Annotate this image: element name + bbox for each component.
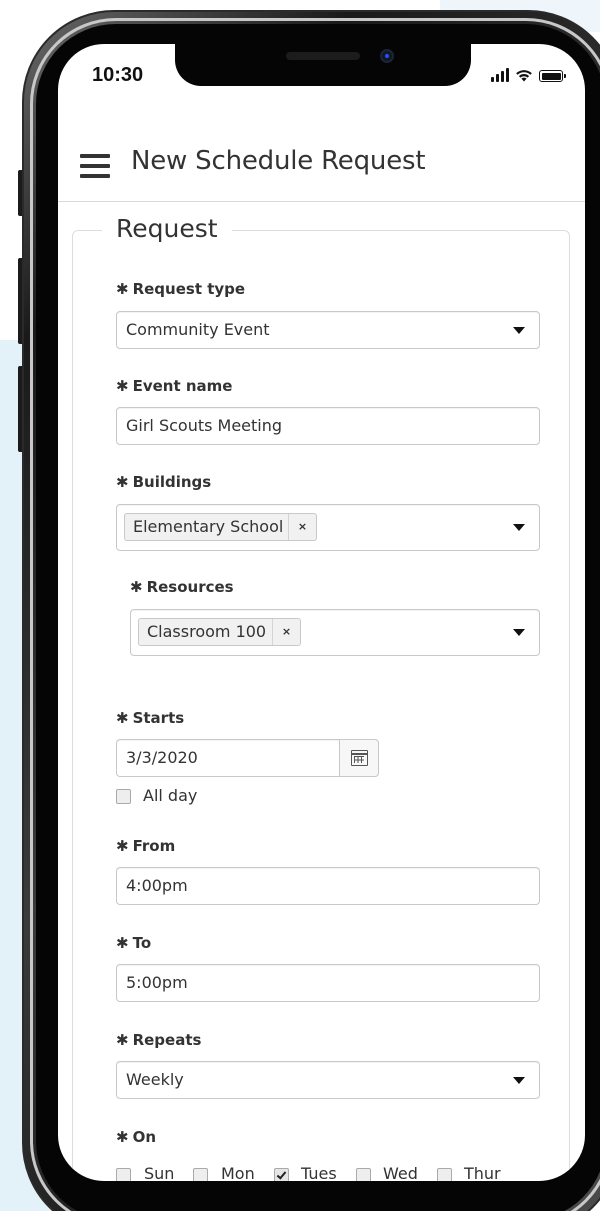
speaker-grille [286, 52, 360, 60]
to-time-input[interactable]: 5:00pm [116, 964, 540, 1002]
chevron-down-icon [513, 1077, 525, 1084]
building-tag-label: Elementary School [133, 517, 284, 536]
chevron-down-icon [513, 327, 525, 334]
day-checkbox-mon[interactable] [193, 1168, 208, 1181]
day-checkbox-thur[interactable] [437, 1168, 452, 1181]
event-name-label: ✱ Event name [116, 377, 232, 395]
on-label: ✱ On [116, 1128, 156, 1146]
remove-tag-icon[interactable]: × [272, 619, 300, 645]
required-icon: ✱ [116, 1128, 129, 1146]
required-icon: ✱ [116, 1031, 129, 1049]
required-icon: ✱ [116, 473, 129, 491]
from-time-value: 4:00pm [126, 876, 188, 895]
buildings-label-text: Buildings [132, 473, 212, 491]
to-time-value: 5:00pm [126, 973, 188, 992]
buildings-multiselect[interactable]: Elementary School × [116, 504, 540, 551]
request-type-label-text: Request type [132, 280, 246, 298]
required-icon: ✱ [116, 837, 129, 855]
battery-icon [539, 70, 566, 82]
repeats-label: ✱ Repeats [116, 1031, 201, 1049]
from-time-input[interactable]: 4:00pm [116, 867, 540, 905]
calendar-icon [351, 750, 368, 766]
to-label-text: To [132, 934, 152, 952]
required-icon: ✱ [116, 377, 129, 395]
resources-label: ✱ Resources [130, 578, 234, 596]
day-label-mon: Mon [221, 1164, 255, 1181]
request-type-select[interactable]: Community Event [116, 311, 540, 349]
day-label-tues: Tues [301, 1164, 337, 1181]
app-header: New Schedule Request [58, 132, 585, 202]
resources-multiselect[interactable]: Classroom 100 × [130, 609, 540, 656]
buildings-label: ✱ Buildings [116, 473, 211, 491]
event-name-label-text: Event name [132, 377, 233, 395]
required-icon: ✱ [116, 709, 129, 727]
wifi-icon [516, 70, 532, 82]
to-label: ✱ To [116, 934, 151, 952]
resource-tag: Classroom 100 × [138, 618, 301, 646]
hamburger-menu-icon[interactable] [80, 154, 110, 178]
day-label-thur: Thur [464, 1164, 501, 1181]
page-title: New Schedule Request [131, 146, 426, 176]
day-label-wed: Wed [383, 1164, 418, 1181]
status-time: 10:30 [92, 64, 144, 86]
start-date-input[interactable]: 3/3/2020 [116, 739, 340, 777]
request-type-label: ✱ Request type [116, 280, 245, 298]
front-camera [380, 49, 394, 63]
status-icons [491, 66, 566, 82]
phone-screen: 10:30 New Schedule Request Request ✱ Requ… [58, 44, 585, 1181]
all-day-checkbox[interactable] [116, 789, 131, 804]
repeats-select[interactable]: Weekly [116, 1061, 540, 1099]
required-icon: ✱ [116, 280, 129, 298]
building-tag: Elementary School × [124, 513, 317, 541]
on-label-text: On [132, 1128, 157, 1146]
cellular-signal-icon [491, 68, 509, 82]
from-label-text: From [132, 837, 176, 855]
chevron-down-icon [513, 629, 525, 636]
event-name-input[interactable]: Girl Scouts Meeting [116, 407, 540, 445]
start-date-value: 3/3/2020 [126, 748, 198, 767]
starts-label-text: Starts [132, 709, 185, 727]
all-day-label: All day [143, 786, 198, 805]
request-type-value: Community Event [126, 320, 270, 339]
chevron-down-icon [513, 524, 525, 531]
remove-tag-icon[interactable]: × [288, 514, 316, 540]
required-icon: ✱ [130, 578, 143, 596]
checkmark-icon [276, 1169, 287, 1180]
starts-label: ✱ Starts [116, 709, 184, 727]
resources-label-text: Resources [146, 578, 234, 596]
phone-notch [175, 44, 471, 86]
day-checkbox-sun[interactable] [116, 1168, 131, 1181]
day-label-sun: Sun [144, 1164, 175, 1181]
repeats-value: Weekly [126, 1070, 184, 1089]
repeats-label-text: Repeats [132, 1031, 202, 1049]
day-checkbox-tues[interactable] [274, 1168, 289, 1181]
from-label: ✱ From [116, 837, 175, 855]
fieldset-legend: Request [102, 214, 232, 243]
date-picker-button[interactable] [339, 739, 379, 777]
required-icon: ✱ [116, 934, 129, 952]
event-name-value: Girl Scouts Meeting [126, 416, 283, 435]
resource-tag-label: Classroom 100 [147, 622, 267, 641]
day-checkbox-wed[interactable] [356, 1168, 371, 1181]
